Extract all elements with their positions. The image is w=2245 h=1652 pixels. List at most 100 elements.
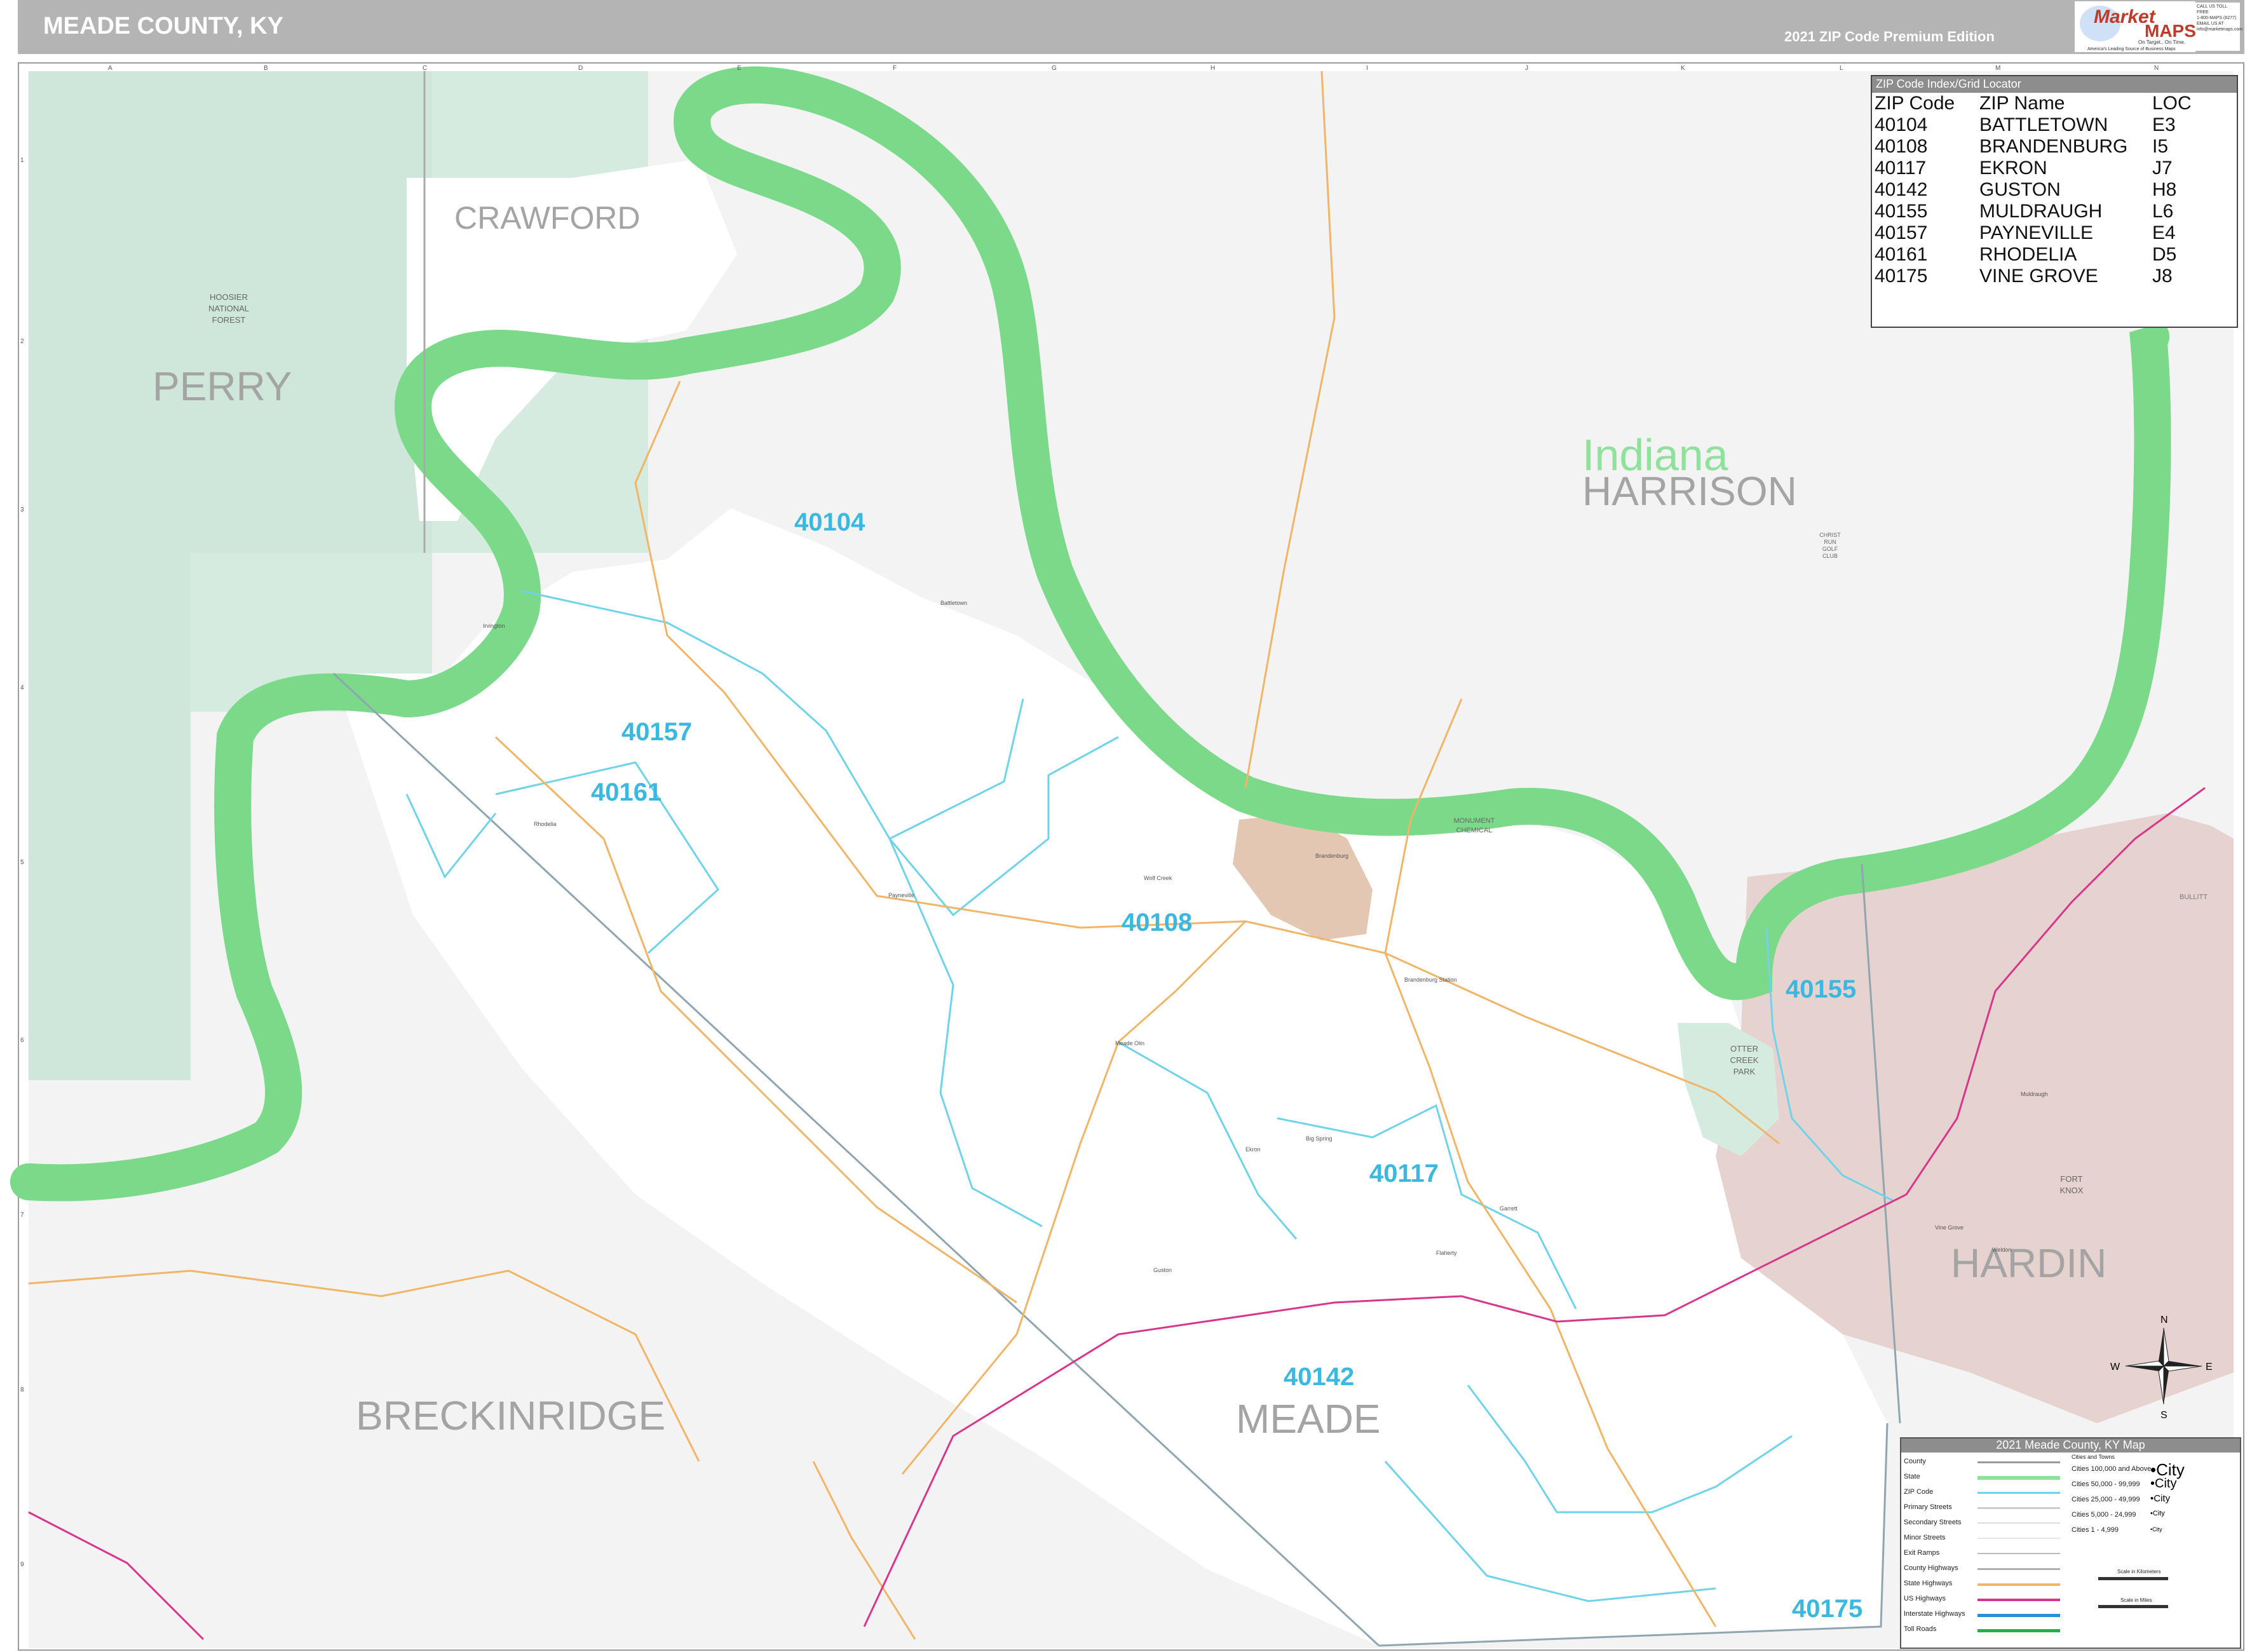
legend-scale-mi: Scale in Miles (2120, 1597, 2152, 1603)
zip-label-40142: 40142 (1284, 1363, 1354, 1391)
zip-loc-cell: D5 (2152, 244, 2177, 265)
zip-code-cell: 40155 (1875, 201, 1928, 222)
hoosier-label-1: HOOSIER (210, 292, 248, 302)
zip-index-panel: ZIP Code Index/Grid Locator ZIP Code ZIP… (1871, 75, 2238, 328)
zip-index-title: ZIP Code Index/Grid Locator (1872, 76, 2237, 93)
legend-swatch-state (1977, 1476, 2060, 1480)
legend-item-secondary: Secondary Streets (1904, 1519, 1962, 1526)
grid-col-label: N (2154, 65, 2159, 72)
grid-row-label: 2 (20, 338, 24, 345)
zip-loc-cell: J8 (2152, 266, 2173, 287)
otter-creek-label-3: PARK (1733, 1067, 1756, 1076)
grid-col-label: C (423, 65, 427, 72)
grid-row-label: 8 (20, 1386, 24, 1393)
town-label: Wolf Creek (1144, 875, 1172, 881)
zip-name-cell: RHODELIA (1979, 244, 2077, 265)
legend-item-primary: Primary Streets (1904, 1503, 1952, 1511)
table-row: 40142 GUSTON H8 (1875, 179, 2216, 201)
grid-col-label: D (578, 65, 583, 72)
zip-name-cell: MULDRAUGH (1979, 201, 2103, 222)
grid-row-label: 7 (20, 1212, 24, 1219)
legend-city-tier: Cities 1 - 4,999 (2072, 1526, 2119, 1534)
legend-city-tier: Cities 50,000 - 99,999 (2072, 1480, 2140, 1488)
grid-col-label: K (1681, 65, 1685, 72)
zip-name-cell: PAYNEVILLE (1979, 222, 2093, 243)
zip-name-cell: VINE GROVE (1979, 266, 2098, 287)
legend-city-sample: •City (2150, 1477, 2177, 1491)
christ-run-label-4: CLUB (1822, 553, 1838, 559)
town-label: Brandenburg (1315, 853, 1348, 859)
grid-row-label: 1 (20, 157, 24, 164)
table-row: 40175 VINE GROVE J8 (1875, 266, 2216, 287)
zip-code-cell: 40157 (1875, 222, 1928, 243)
grid-col-label: J (1525, 65, 1528, 72)
zip-code-cell: 40161 (1875, 244, 1928, 265)
zip-label-40104: 40104 (794, 508, 865, 536)
hoosier-label-3: FOREST (212, 315, 246, 325)
zip-code-cell: 40117 (1875, 158, 1927, 179)
christ-run-label-3: GOLF (1822, 546, 1838, 552)
grid-col-label: A (108, 65, 112, 72)
town-label: Vine Grove (1935, 1224, 1964, 1231)
legend-city-tier: Cities 5,000 - 24,999 (2072, 1511, 2136, 1519)
compass-w: W (2110, 1362, 2120, 1372)
county-label-bullitt: BULLITT (2180, 893, 2208, 901)
county-label-hardin: HARDIN (1951, 1240, 2106, 1286)
grid-row-label: 4 (20, 684, 24, 691)
town-label: Payneville (888, 892, 914, 898)
table-row: 40104 BATTLETOWN E3 (1875, 114, 2216, 136)
map-legend: 2021 Meade County, KY Map County State Z… (1900, 1437, 2241, 1649)
zip-loc-cell: E3 (2152, 114, 2176, 135)
table-row: 40161 RHODELIA D5 (1875, 244, 2216, 266)
christ-run-label-1: CHRIST (1819, 532, 1841, 538)
town-label: Big Spring (1306, 1135, 1333, 1142)
zip-header-code: ZIP Code (1875, 93, 1955, 114)
legend-city-sample: •City (2150, 1493, 2171, 1504)
compass-n: N (2160, 1315, 2168, 1325)
zip-label-40157: 40157 (621, 718, 692, 746)
state-label-indiana: Indiana (1582, 430, 1728, 480)
grid-row-label: 6 (20, 1037, 24, 1044)
table-row: 40117 EKRON J7 (1875, 158, 2216, 179)
grid-col-label: M (1995, 65, 2000, 72)
town-label: Garrett (1500, 1205, 1518, 1212)
legend-item-us-hwy: US Highways (1904, 1595, 1946, 1602)
legend-item-state: State (1904, 1473, 1920, 1480)
legend-scale-km: Scale in Kilometers (2117, 1569, 2161, 1574)
county-label-breckinridge: BRECKINRIDGE (356, 1393, 665, 1439)
zip-loc-cell: H8 (2152, 179, 2177, 200)
legend-item-county-hwy: County Highways (1904, 1564, 1958, 1572)
grid-row-label: 3 (20, 506, 24, 513)
town-label: Weldon (1992, 1247, 2011, 1253)
legend-city-sample: •City (2150, 1526, 2162, 1533)
county-label-meade: MEADE (1236, 1396, 1381, 1442)
county-label-crawford: CRAWFORD (454, 200, 641, 236)
zip-header-loc: LOC (2152, 93, 2192, 114)
zip-label-40117: 40117 (1369, 1160, 1439, 1188)
legend-city-sample: •City (2150, 1510, 2165, 1517)
legend-swatch-interstate (1977, 1614, 2060, 1617)
grid-col-label: I (1366, 65, 1368, 72)
zip-code-cell: 40142 (1875, 179, 1928, 200)
town-label: Guston (1153, 1267, 1172, 1273)
town-label: Battletown (940, 600, 967, 606)
grid-col-label: H (1211, 65, 1215, 72)
town-label: Rhodelia (534, 821, 557, 827)
zip-loc-cell: J7 (2152, 158, 2173, 179)
grid-col-label: B (264, 65, 268, 72)
zip-code-cell: 40104 (1875, 114, 1928, 135)
town-label: Ekron (1245, 1146, 1261, 1153)
grid-col-label: G (1052, 65, 1057, 72)
legend-swatch-minor (1977, 1538, 2060, 1539)
grid-row-label: 5 (20, 859, 24, 866)
town-label: Muldraugh (2021, 1091, 2048, 1097)
zip-index-table: ZIP Code ZIP Name LOC 40104 BATTLETOWN E… (1875, 93, 2216, 287)
otter-creek-label-1: OTTER (1730, 1044, 1758, 1053)
legend-swatch-us-hwy (1977, 1599, 2060, 1601)
zip-index-header-row: ZIP Code ZIP Name LOC (1875, 93, 2216, 114)
legend-swatch-county-hwy (1977, 1568, 2060, 1570)
zip-loc-cell: I5 (2152, 136, 2169, 157)
zip-loc-cell: E4 (2152, 222, 2176, 243)
monument-label-1: MONUMENT (1454, 817, 1495, 825)
compass-s: S (2160, 1410, 2167, 1421)
